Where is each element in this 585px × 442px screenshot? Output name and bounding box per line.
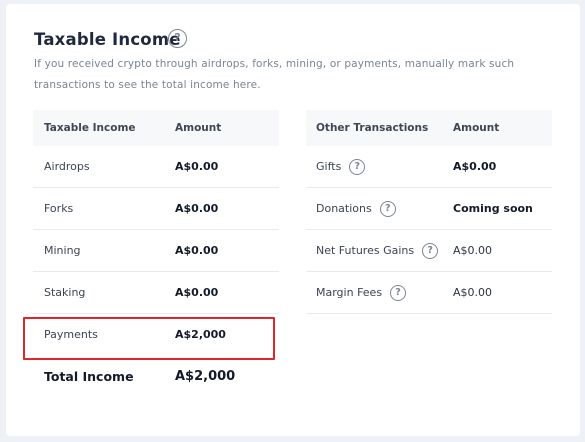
table-row-mining: Mining A$0.00 [33,230,279,272]
row-amount: A$0.00 [175,286,219,299]
payments-highlight-box [23,317,275,360]
row-amount: A$0.00 [175,202,219,215]
question-circle-icon[interactable]: ? [379,200,396,217]
question-circle-icon[interactable]: ? [390,284,407,301]
table-row-forks: Forks A$0.00 [33,188,279,230]
row-label: Gifts [316,160,342,173]
row-label: Net Futures Gains [316,244,415,257]
total-label: Total Income [44,368,134,384]
section-title: Taxable Income [34,30,181,49]
row-amount: A$0.00 [175,160,219,173]
column-header-amount: Amount [453,122,500,134]
table-row-gifts: Gifts ? A$0.00 [306,146,552,188]
table-row-staking: Staking A$0.00 [33,272,279,314]
row-label: Donations [316,202,372,215]
column-header-other-transactions: Other Transactions [316,122,429,134]
column-header-amount: Amount [175,122,222,134]
question-circle-icon[interactable]: ? [422,242,439,259]
row-label: Forks [44,202,74,215]
table-row-donations: Donations ? Coming soon [306,188,552,230]
other-transactions-table: Other Transactions Amount Gifts ? A$0.00… [306,110,552,314]
row-label: Staking [44,286,86,299]
row-amount-coming-soon: Coming soon [453,202,533,215]
total-amount: A$2,000 [175,368,236,384]
table-row-net-futures-gains: Net Futures Gains ? A$0.00 [306,230,552,272]
row-label-cell: Net Futures Gains ? [306,242,453,259]
question-circle-icon[interactable]: ? [168,29,187,48]
row-amount: A$0.00 [453,160,497,173]
table-header: Taxable Income Amount [33,110,279,146]
section-description: If you received crypto through airdrops,… [34,58,515,91]
table-header: Other Transactions Amount [306,110,552,146]
question-circle-icon[interactable]: ? [349,158,366,175]
row-amount: A$0.00 [175,244,219,257]
row-label-cell: Donations ? [306,200,453,217]
taxable-income-card: Taxable Income ? If you received crypto … [6,4,580,436]
row-label: Airdrops [44,160,90,173]
row-amount: A$0.00 [453,244,493,257]
table-row-margin-fees: Margin Fees ? A$0.00 [306,272,552,314]
column-header-taxable-income: Taxable Income [44,122,136,134]
table-row-airdrops: Airdrops A$0.00 [33,146,279,188]
row-label: Mining [44,244,81,257]
row-label: Margin Fees [316,286,383,299]
row-label-cell: Gifts ? [306,158,453,175]
table-row-total-income: Total Income A$2,000 [33,355,279,397]
row-label-cell: Margin Fees ? [306,284,453,301]
row-amount: A$0.00 [453,286,493,299]
